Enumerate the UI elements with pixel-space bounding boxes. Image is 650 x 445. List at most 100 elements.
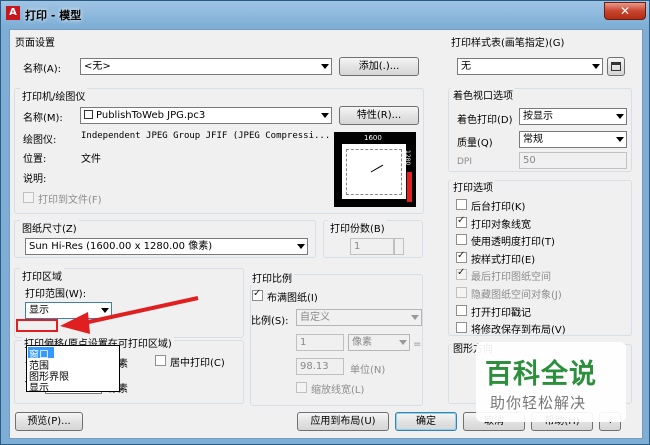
plotter-name-value: PublishToWeb JPG.pc3 — [96, 110, 206, 121]
plot-range-value: 显示 — [29, 305, 49, 316]
plot-range-dropdown-list: 窗口 范围 图形界限 显示 — [26, 345, 120, 394]
plotter-name-label: 名称(M): — [23, 113, 63, 124]
plot-option-label: 最后打印图纸空间 — [471, 272, 551, 284]
watermark-sub-text: 助你轻松解决 — [490, 394, 587, 412]
title-bar[interactable]: A 打印 - 模型 ✕ — [1, 1, 650, 27]
paper-size-group-label: 图纸尺寸(Z) — [20, 220, 79, 235]
plotter-location-label: 位置: — [23, 154, 47, 165]
chevron-down-icon — [592, 64, 600, 69]
preview-height-dim-marker — [407, 172, 412, 202]
chevron-down-icon — [321, 113, 329, 118]
scale-lineweights-label: 缩放线宽(L) — [311, 385, 365, 396]
chevron-down-icon — [616, 137, 624, 142]
ok-button[interactable]: 确定 — [395, 412, 457, 431]
edit-plot-style-button[interactable] — [607, 57, 625, 76]
plot-option-checkbox[interactable] — [456, 250, 467, 263]
scale-value1-input[interactable]: 1 — [296, 334, 344, 351]
dropdown-item-display[interactable]: 显示 — [29, 379, 49, 394]
plot-option-label: 隐藏图纸空间对象(J) — [471, 290, 562, 301]
scale-label: 比例(S): — [251, 316, 289, 327]
plot-option-label: 将修改保存到布局(V) — [471, 325, 566, 337]
quality-select[interactable]: 常规 — [519, 131, 627, 148]
chevron-down-icon — [297, 244, 305, 249]
dpi-input[interactable]: 50 — [519, 152, 627, 169]
chevron-down-icon — [616, 114, 624, 119]
preview-height-dim: 1280 — [404, 150, 411, 166]
close-button[interactable]: ✕ — [604, 2, 646, 20]
plot-option-checkbox[interactable] — [456, 287, 467, 298]
page-setup-group-label: 页面设置 — [15, 38, 55, 49]
plotter-driver-value: Independent JPEG Group JFIF (JPEG Compre… — [81, 131, 331, 141]
scale-unit2-label: 单位(N) — [350, 365, 386, 376]
preview-printable-area — [346, 149, 402, 195]
shade-plot-select[interactable]: 按显示 — [519, 108, 627, 125]
edit-table-icon — [611, 62, 621, 71]
plot-option-checkbox[interactable] — [456, 267, 467, 281]
plot-option-checkbox[interactable] — [456, 304, 467, 316]
scale-select[interactable]: 自定义 — [296, 309, 422, 326]
quality-value: 常规 — [523, 134, 543, 145]
shaded-viewport-group-label: 着色视口选项 — [451, 87, 515, 102]
plot-options-group-label: 打印选项 — [451, 179, 495, 194]
quality-label: 质量(Q) — [457, 138, 493, 149]
shade-plot-label: 着色打印(D) — [457, 115, 513, 126]
add-page-setup-button[interactable]: 添加(.)... — [339, 57, 419, 76]
plot-option-checkbox[interactable] — [456, 234, 467, 246]
chevron-down-icon — [399, 340, 407, 345]
fit-to-paper-checkbox[interactable] — [252, 288, 263, 301]
window-title: 打印 - 模型 — [25, 9, 82, 22]
annotation-arrow — [60, 296, 199, 334]
print-to-file-label: 打印到文件(F) — [38, 195, 102, 206]
watermark-logo: 百科全说 助你轻松解决 — [476, 342, 626, 422]
paper-preview: 1600 1280 — [334, 132, 416, 207]
plot-option-label: 使用透明度打印(T) — [471, 237, 555, 249]
preview-width-dim: 1600 — [364, 134, 382, 142]
annotation-highlight-box — [16, 319, 58, 332]
plot-style-table-value: 无 — [461, 61, 471, 72]
page-setup-name-label: 名称(A): — [23, 64, 62, 75]
preview-button[interactable]: 预览(P)... — [15, 412, 83, 431]
page-setup-name-value: <无> — [84, 61, 111, 72]
plotter-description-label: 说明: — [23, 174, 47, 185]
plot-option-label: 打印对象线宽 — [471, 219, 531, 231]
plot-scale-group-label: 打印比例 — [250, 270, 294, 285]
page-setup-name-select[interactable]: <无> — [80, 58, 332, 75]
chevron-down-icon — [321, 64, 329, 69]
scale-lineweights-checkbox[interactable] — [296, 382, 307, 393]
apply-to-layout-button[interactable]: 应用到布局(U) — [297, 412, 389, 431]
plot-option-label: 打开打印戳记 — [471, 307, 531, 319]
autocad-app-icon: A — [6, 6, 20, 20]
scale-value: 自定义 — [300, 312, 330, 323]
plot-option-checkbox[interactable] — [456, 199, 467, 210]
copies-spinner[interactable] — [394, 238, 404, 255]
plotter-location-value: 文件 — [81, 154, 101, 165]
watermark-main-text: 百科全说 — [485, 359, 597, 390]
fit-to-paper-label: 布满图纸(I) — [267, 293, 318, 304]
plot-option-label: 后台打印(K) — [471, 202, 526, 213]
plotter-name-select[interactable]: PublishToWeb JPG.pc3 — [80, 107, 332, 124]
scale-value2-input[interactable]: 98.13 — [296, 358, 344, 375]
copies-group-label: 打印份数(B) — [328, 220, 387, 235]
plot-option-checkbox[interactable] — [456, 322, 467, 334]
paper-size-select[interactable]: Sun Hi-Res (1600.00 x 1280.00 像素) — [25, 238, 308, 255]
center-plot-label: 居中打印(C) — [170, 358, 225, 369]
plotter-icon — [84, 110, 93, 119]
plot-area-group-label: 打印区域 — [20, 268, 64, 283]
plotter-properties-button[interactable]: 特性(R)... — [339, 106, 419, 125]
print-to-file-checkbox[interactable] — [23, 192, 34, 203]
dpi-label: DPI — [457, 157, 473, 167]
shade-plot-value: 按显示 — [523, 111, 553, 122]
copies-input[interactable]: 1 — [350, 238, 394, 255]
plot-option-checkbox[interactable] — [456, 215, 467, 228]
paper-size-value: Sun Hi-Res (1600.00 x 1280.00 像素) — [29, 241, 213, 252]
plot-style-table-select[interactable]: 无 — [457, 58, 603, 75]
plot-option-label: 按样式打印(E) — [471, 254, 536, 266]
scale-unit1-select[interactable]: 像素 — [348, 334, 410, 351]
plotter-driver-label: 绘图仪: — [23, 135, 57, 146]
chevron-down-icon — [411, 315, 419, 320]
plotter-group-label: 打印机/绘图仪 — [20, 88, 88, 103]
plot-style-table-group-label: 打印样式表(画笔指定)(G) — [451, 38, 565, 49]
print-dialog-window: A 打印 - 模型 ✕ 页面设置 名称(A): <无> 添加(.)... 打印机… — [0, 0, 650, 445]
scale-unit1-value: 像素 — [352, 337, 372, 348]
center-plot-checkbox[interactable] — [155, 355, 166, 366]
